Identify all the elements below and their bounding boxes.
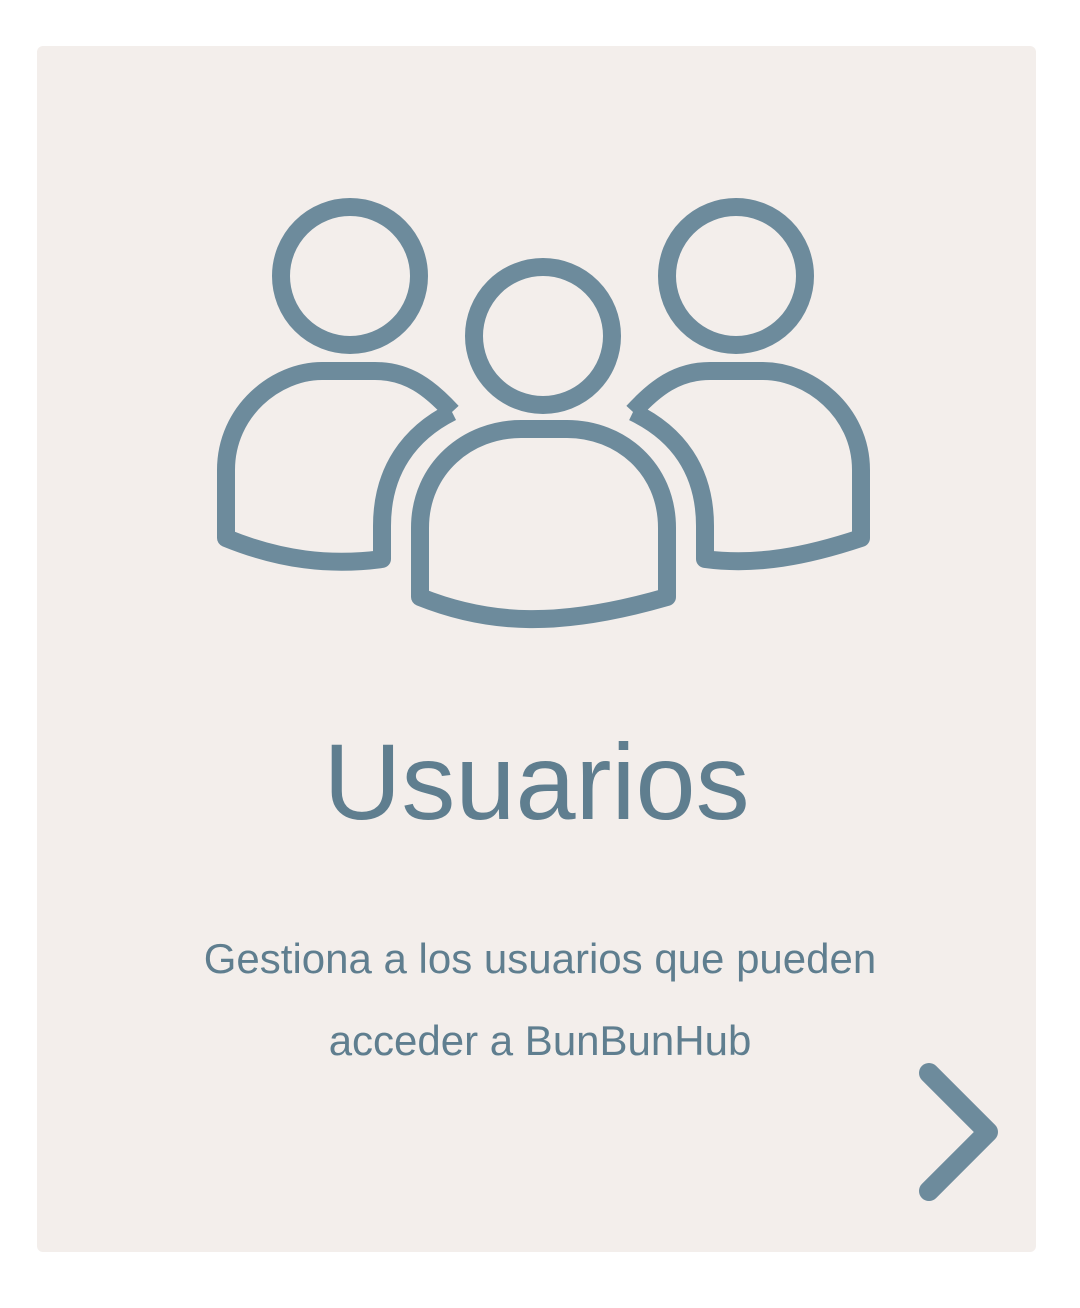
card-description: Gestiona a los usuarios que pueden acced…: [203, 935, 877, 1064]
chevron-right-icon[interactable]: [906, 1058, 1010, 1208]
card-title: Usuarios: [323, 721, 750, 842]
users-group-icon: [217, 198, 870, 629]
